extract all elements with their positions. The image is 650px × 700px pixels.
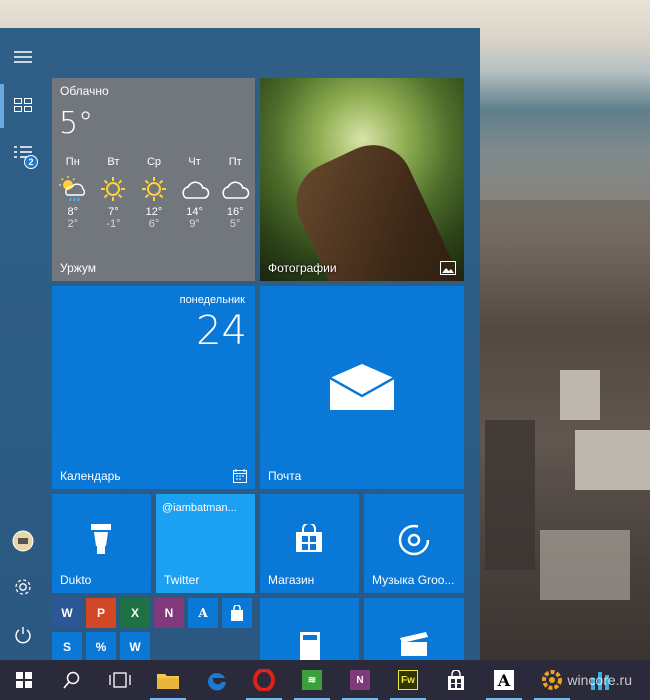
start-button[interactable] [0,660,48,700]
power-icon [15,627,31,644]
calendar-day-number: 24 [196,308,247,354]
calendar-label: Календарь [60,469,121,483]
groove-music-tile[interactable]: Музыка Groo... [364,494,464,593]
tree-photo [283,132,464,281]
weather-location: Уржум [60,261,97,275]
forecast-day: Пн 8° 2° [53,156,93,230]
taskbar-opera[interactable] [240,660,288,700]
search-button[interactable] [48,660,96,700]
store-label: Магазин [268,573,315,587]
task-view-button[interactable] [96,660,144,700]
calendar-weekday: понедельник [179,294,245,306]
cloud-icon [175,174,215,204]
all-tiles-button[interactable] [0,82,46,128]
dukto-icon [91,524,111,554]
powerpoint-icon[interactable]: P [86,598,116,628]
mail-label: Почта [268,469,302,483]
font-app-icon[interactable]: A [188,598,218,628]
rain-sun-icon [53,174,93,204]
photos-label: Фотографии [268,261,337,275]
word-blue-icon[interactable]: W [120,632,150,660]
weather-condition: Облачно [60,84,109,98]
gear-icon [15,579,31,595]
forecast-day: Пт 16° 5° [215,156,255,230]
folder-icon [157,674,179,689]
watermark: wincore.ru [567,672,632,688]
mail-envelope-icon [330,364,394,410]
store-icon [448,670,464,690]
mail-tile[interactable]: Почта [260,286,464,489]
windows-icon [16,672,32,688]
percent-icon[interactable]: % [86,632,116,660]
dukto-label: Dukto [60,573,92,587]
taskbar-edge[interactable] [192,660,240,700]
start-menu: 2 Облачно 5° Пн 8° 2° Вт 7° -1° Ср 12° 6… [0,28,480,660]
green-app-icon: ≋ [302,670,322,690]
twitter-label: Twitter [164,573,200,587]
photos-tile[interactable]: Фотографии [260,78,464,281]
store-small-icon[interactable] [222,598,252,628]
taskbar-store[interactable] [432,660,480,700]
weather-temperature: 5° [59,106,94,141]
notification-badge: 2 [24,155,38,169]
calculator-icon [300,632,320,660]
twitter-tile[interactable]: @iambatman... Twitter [156,494,255,593]
taskbar-explorer[interactable] [144,660,192,700]
store-tile[interactable]: Магазин [260,494,359,593]
calendar-tile[interactable]: понедельник 24 Календарь [52,286,255,489]
store-icon [296,524,322,552]
office-apps-group: W P X N A S % W [52,598,255,660]
calculator-tile[interactable] [260,598,359,660]
calendar-icon [233,469,247,483]
sway-icon[interactable]: S [52,632,82,660]
groove-music-label: Музыка Groo... [372,573,455,587]
tiles-icon [14,98,32,112]
weather-forecast: Пн 8° 2° Вт 7° -1° Ср 12° 6° Чт 14° 9° П… [52,156,255,230]
taskbar: ≋ N Fw A wincore.ru [0,660,650,700]
taskbar-green-app[interactable]: ≋ [288,660,336,700]
hamburger-menu-button[interactable] [0,34,46,80]
task-view-icon [109,672,131,688]
onenote-icon: N [350,670,370,690]
forecast-day: Ср 12° 6° [134,156,174,230]
fireworks-icon: Fw [398,670,418,690]
clapperboard-icon [400,632,428,656]
gear-color-icon [542,670,562,690]
weather-tile[interactable]: Облачно 5° Пн 8° 2° Вт 7° -1° Ср 12° 6° … [52,78,255,281]
dukto-tile[interactable]: Dukto [52,494,151,593]
taskbar-onenote[interactable]: N [336,660,384,700]
search-icon [63,671,80,689]
movies-tile[interactable] [364,598,464,660]
font-app-icon: A [494,670,514,690]
start-rail: 2 [0,28,46,660]
twitter-handle: @iambatman... [162,502,237,514]
all-apps-button[interactable]: 2 [0,130,46,176]
sun-icon [94,174,134,204]
power-button[interactable] [0,612,46,658]
hamburger-icon [14,51,32,63]
excel-icon[interactable]: X [120,598,150,628]
sun-icon [134,174,174,204]
onenote-icon[interactable]: N [154,598,184,628]
edge-icon [207,673,226,691]
taskbar-fireworks[interactable]: Fw [384,660,432,700]
cloud-icon [215,174,255,204]
image-icon [440,261,456,275]
taskbar-font-app[interactable]: A [480,660,528,700]
user-account-button[interactable] [0,518,46,564]
word-icon[interactable]: W [52,598,82,628]
settings-button[interactable] [0,564,46,610]
forecast-day: Вт 7° -1° [94,156,134,230]
avatar-icon [12,530,34,552]
forecast-day: Чт 14° 9° [175,156,215,230]
opera-icon [253,669,275,691]
groove-music-icon [398,524,430,556]
